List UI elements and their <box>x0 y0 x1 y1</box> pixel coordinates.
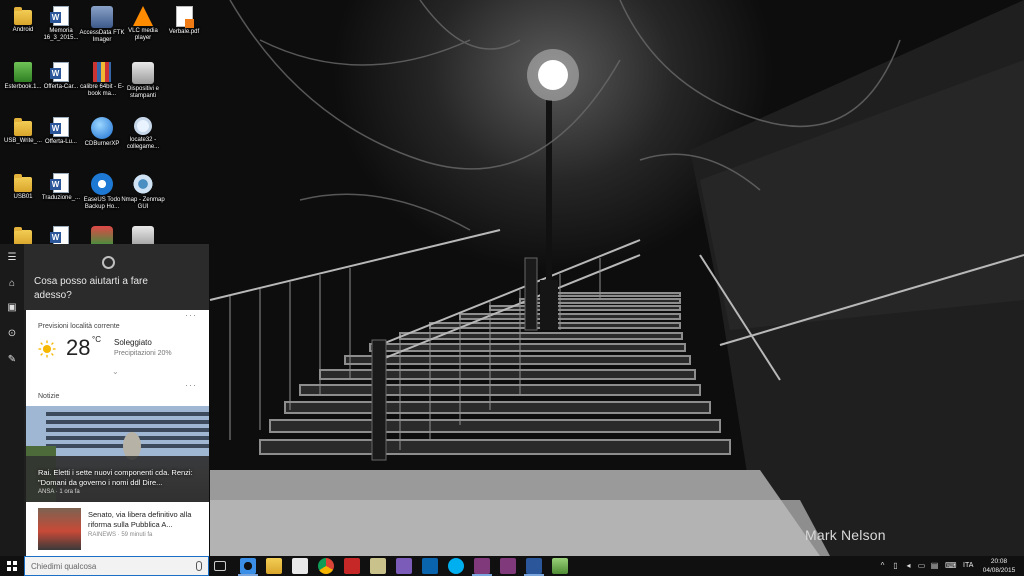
desktop-icon-dispositivi[interactable]: Dispositivi e stampanti <box>120 62 166 100</box>
clock[interactable]: 20:08 04/08/2015 <box>981 557 1017 575</box>
word-document-icon <box>50 6 69 26</box>
cortana-prompt: Cosa posso aiutarti a fare adesso? <box>34 276 148 301</box>
tray-volume-icon[interactable]: ◂ <box>904 561 913 570</box>
weather-temperature: 28 <box>66 335 91 360</box>
desktop-icon-calibre[interactable]: calibre 64bit - E-book ma... <box>79 62 125 98</box>
desktop-icon-vlc[interactable]: VLC media player <box>120 6 166 42</box>
tray-network-icon[interactable]: ▯ <box>891 561 900 570</box>
news-item-title: Senato, via libera definitivo alla rifor… <box>88 510 192 529</box>
home-icon[interactable]: ⌂ <box>4 276 20 292</box>
news-title: Notizie <box>38 393 60 400</box>
wallpaper-credit: Mark Nelson <box>805 527 886 543</box>
notebook-icon[interactable]: ▣ <box>4 300 20 316</box>
sun-icon <box>38 340 56 358</box>
nmap-eye-icon <box>132 173 154 195</box>
vlc-cone-icon <box>133 6 153 26</box>
desktop-icon-traduzione[interactable]: Traduzione_... <box>38 173 84 202</box>
feedback-icon[interactable]: ✎ <box>4 352 20 368</box>
file-explorer-icon[interactable] <box>266 558 282 574</box>
desktop-icon-locate32[interactable]: locate32 - collegame... <box>120 117 166 151</box>
news-card[interactable]: ··· Notizie Rai. Eletti i sette nuovi co… <box>26 380 209 556</box>
desktop-icon-easeus[interactable]: EaseUS Todo Backup Ho... <box>79 173 125 211</box>
tray-up-chevron-icon[interactable]: ^ <box>878 561 887 570</box>
chevron-down-icon[interactable]: ⌄ <box>112 367 119 376</box>
search-input[interactable] <box>31 559 181 573</box>
desktop-icon-verbale-pdf[interactable]: Verbale.pdf <box>161 6 207 36</box>
cortana-ring-icon <box>102 256 115 269</box>
cd-burner-icon <box>91 117 113 139</box>
desktop-icon-offerta-car[interactable]: Offerta-Car... <box>38 62 84 91</box>
app-notepad-icon[interactable] <box>370 558 386 574</box>
cortana-rail: ☰ ⌂ ▣ ⊙ ✎ <box>0 244 24 556</box>
word-document-icon <box>50 117 69 137</box>
news-headline: Rai. Eletti i sette nuovi componenti cda… <box>38 468 193 487</box>
folder-icon <box>14 227 32 245</box>
news-more-button[interactable]: ··· <box>185 380 197 390</box>
news-headline-source: ANSA · 1 ora fa <box>38 489 80 495</box>
cortana-search-box[interactable] <box>24 556 209 576</box>
app-tools-icon[interactable] <box>552 558 568 574</box>
weather-title: Previsioni località corrente <box>38 323 120 330</box>
tray-display-icon[interactable]: ▭ <box>917 561 926 570</box>
word-icon[interactable] <box>524 558 544 576</box>
weather-unit: °C <box>92 335 101 344</box>
onenote-2-icon[interactable] <box>500 558 516 574</box>
edge-icon[interactable] <box>238 558 258 576</box>
outlook-icon[interactable] <box>422 558 438 574</box>
desktop-icon-nmap[interactable]: Nmap - Zenmap GUI <box>120 173 166 211</box>
folder-icon <box>14 118 32 136</box>
pdf-file-icon <box>175 6 194 28</box>
clock-time: 20:08 <box>990 558 1008 565</box>
calibre-books-icon <box>93 62 111 82</box>
task-view-icon[interactable] <box>214 561 226 571</box>
word-document-icon <box>50 62 69 82</box>
windows-logo-icon <box>7 561 17 571</box>
news-thumbnail <box>38 508 81 550</box>
desktop-icon-ftk-imager[interactable]: AccessData FTK Imager <box>79 6 125 44</box>
clock-date: 04/08/2015 <box>982 567 1016 574</box>
news-headline-image[interactable]: Rai. Eletti i sette nuovi componenti cda… <box>26 406 209 502</box>
start-button[interactable] <box>0 556 24 576</box>
tray-notifications-icon[interactable]: ▤ <box>930 561 939 570</box>
language-indicator[interactable]: ITA <box>963 562 973 569</box>
tray-keyboard-icon[interactable]: ⌨ <box>945 561 957 570</box>
cortana-panel: ☰ ⌂ ▣ ⊙ ✎ Cosa posso aiutarti a fare ade… <box>0 244 209 556</box>
printer-icon <box>132 62 154 84</box>
taskbar: ^ ▯ ◂ ▭ ▤ ⌨ ITA 20:08 04/08/2015 <box>0 556 1024 576</box>
onenote-icon[interactable] <box>472 558 492 576</box>
location-icon[interactable]: ⊙ <box>4 326 20 342</box>
store-icon[interactable] <box>292 558 308 574</box>
desktop-icon-offerta-lu[interactable]: Offerta-Lu... <box>38 117 84 146</box>
hamburger-menu-icon[interactable]: ☰ <box>4 250 20 266</box>
weather-condition: Soleggiato <box>114 338 152 347</box>
desktop-icon-memoria[interactable]: Memoria 16_3_2015... <box>38 6 84 42</box>
easeus-icon <box>91 173 113 195</box>
app-red-icon[interactable] <box>344 558 360 574</box>
skype-icon[interactable] <box>448 558 464 574</box>
weather-more-button[interactable]: ··· <box>185 310 197 320</box>
desktop-icon-cdburnerxp[interactable]: CDBurnerXP <box>79 117 125 148</box>
weather-precipitation: Precipitazioni 20% <box>114 350 172 357</box>
folder-icon <box>14 174 32 192</box>
news-list-item[interactable]: Senato, via libera definitivo alla rifor… <box>26 502 209 556</box>
green-book-icon <box>14 62 32 82</box>
magnifier-icon <box>134 117 152 135</box>
word-document-icon <box>50 226 69 246</box>
chrome-icon[interactable] <box>318 558 334 574</box>
news-item-source: RAINEWS · 59 minuti fa <box>88 532 153 538</box>
word-document-icon <box>50 173 69 193</box>
app-purple-icon[interactable] <box>396 558 412 574</box>
folder-icon <box>14 7 32 25</box>
microphone-icon[interactable] <box>196 561 202 571</box>
drive-imager-icon <box>91 6 113 28</box>
